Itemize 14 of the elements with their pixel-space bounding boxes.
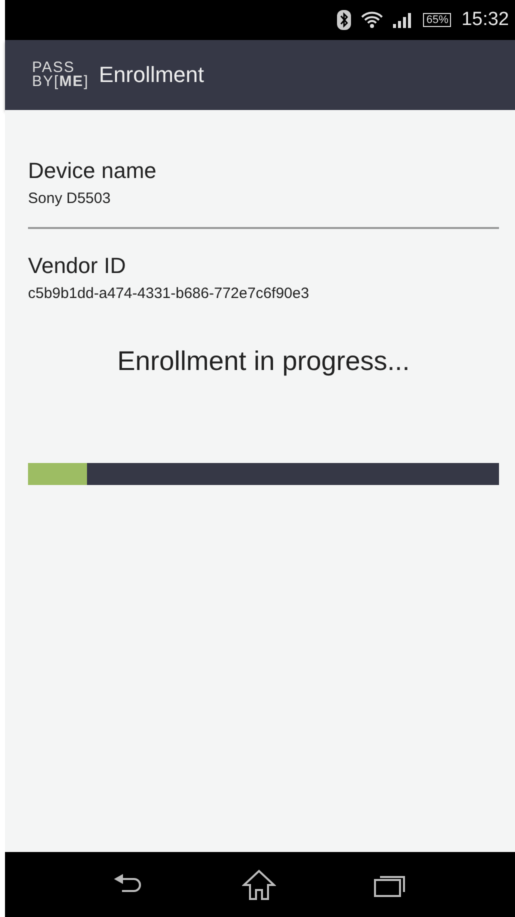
logo-text: BY[ME] (32, 75, 89, 89)
screen-title: Enrollment (98, 62, 204, 88)
field-label: Device name (28, 158, 158, 184)
home-icon[interactable] (242, 868, 276, 900)
bluetooth-icon (337, 10, 352, 30)
signal-icon (393, 12, 414, 28)
field-label: Vendor ID (28, 253, 127, 279)
battery-indicator: 65% (423, 13, 452, 27)
field-value: Sony D5503 (28, 190, 112, 207)
status-message: Enrollment in progress... (116, 346, 411, 377)
logo-text: PASS (32, 61, 75, 75)
field-value: c5b9b1dd-a474-4331-b686-772e7c6f90e3 (28, 285, 310, 302)
clock: 15:32 (461, 9, 509, 31)
wifi-icon (361, 11, 384, 29)
